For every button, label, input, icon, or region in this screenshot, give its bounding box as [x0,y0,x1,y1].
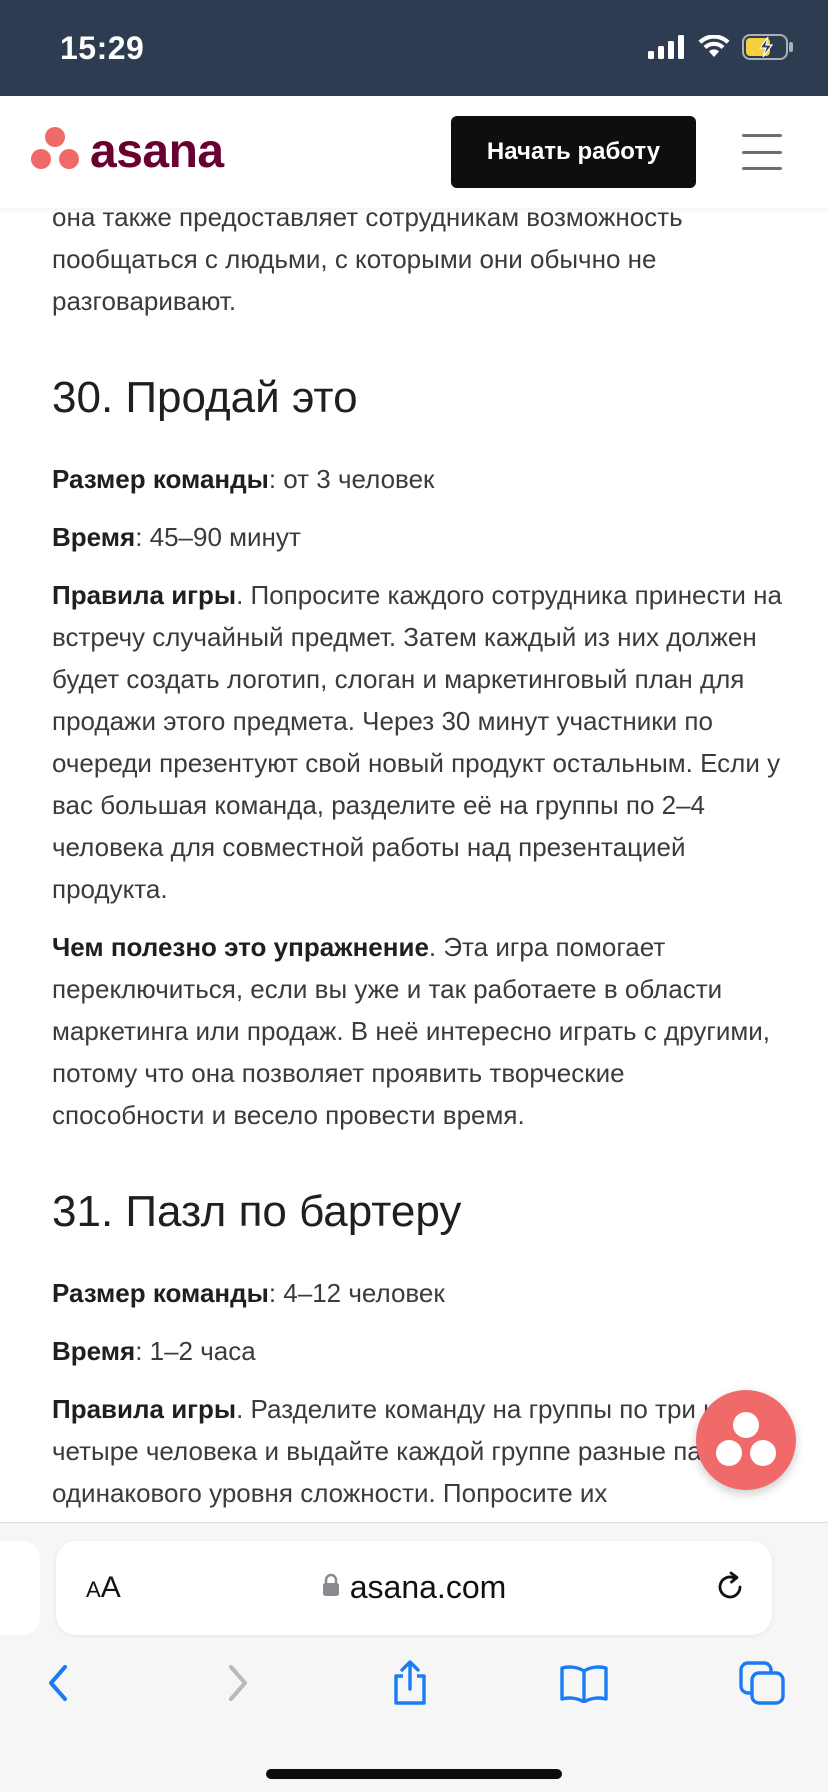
rules-text: . Попросите каждого сотрудника принести … [52,580,782,904]
article-content: она также предоставляет сотрудникам возм… [52,196,782,1522]
asana-dots-icon [30,126,80,177]
asana-fab-button[interactable] [696,1390,796,1490]
battery-charging-icon [742,34,794,65]
team-size-value: : от 3 человек [268,464,435,494]
signal-icon [648,35,686,64]
rules-label: Правила игры [52,580,237,610]
reload-icon[interactable] [712,1569,748,1610]
previous-tab-address-pill[interactable] [0,1541,40,1635]
url-field[interactable]: asana.com [56,1569,772,1606]
benefit-label: Чем полезно это упражнение [52,932,429,962]
chevron-right-icon[interactable] [208,1653,268,1713]
team-size-label: Размер команды [52,464,269,494]
status-bar: 15:29 [0,0,828,96]
section-31-team-size: Размер команды: 4–12 человек [52,1272,782,1314]
site-header: asana Начать работу [0,96,828,208]
section-31-title: 31. Пазл по бартеру [52,1187,462,1236]
intro-paragraph: она также предоставляет сотрудникам возм… [52,202,683,316]
asana-logo[interactable]: asana [30,126,224,177]
section-30-rules: Правила игры. Попросите каждого сотрудни… [52,574,782,910]
section-31-time: Время: 1–2 часа [52,1330,782,1372]
url-text: asana.com [349,1569,507,1605]
book-icon[interactable] [554,1653,614,1713]
team-size-label: Размер команды [52,1278,269,1308]
share-icon[interactable] [380,1653,440,1713]
section-31-rules: Правила игры. Разделите команду на групп… [52,1388,782,1514]
browser-toolbar [0,1653,828,1723]
fab-dot-icon [733,1412,759,1438]
section-30-time: Время: 45–90 минут [52,516,782,558]
section-30-title: 30. Продай это [52,373,358,422]
address-bar[interactable]: AA asana.com [56,1541,772,1635]
time-value: : 45–90 минут [135,522,301,552]
rules-label: Правила игры [52,1394,237,1424]
status-icons [648,34,794,65]
status-time: 15:29 [60,30,145,66]
time-label: Время [52,1336,136,1366]
lock-icon [322,1568,340,1605]
time-label: Время [52,522,136,552]
wifi-icon [698,34,730,64]
logo-text: asana [90,124,224,178]
hamburger-menu-icon[interactable] [742,134,782,170]
fab-dot-icon [750,1440,776,1466]
get-started-button[interactable]: Начать работу [451,116,696,188]
section-30-team-size: Размер команды: от 3 человек [52,458,782,500]
browser-bar: AA asana.com [0,1522,828,1792]
section-30-benefit: Чем полезно это упражнение. Эта игра пом… [52,926,782,1136]
team-size-value: : 4–12 человек [268,1278,445,1308]
tabs-icon[interactable] [732,1653,792,1713]
time-value: : 1–2 часа [135,1336,256,1366]
chevron-left-icon[interactable] [28,1653,88,1713]
home-indicator [266,1769,562,1779]
fab-dot-icon [716,1440,742,1466]
